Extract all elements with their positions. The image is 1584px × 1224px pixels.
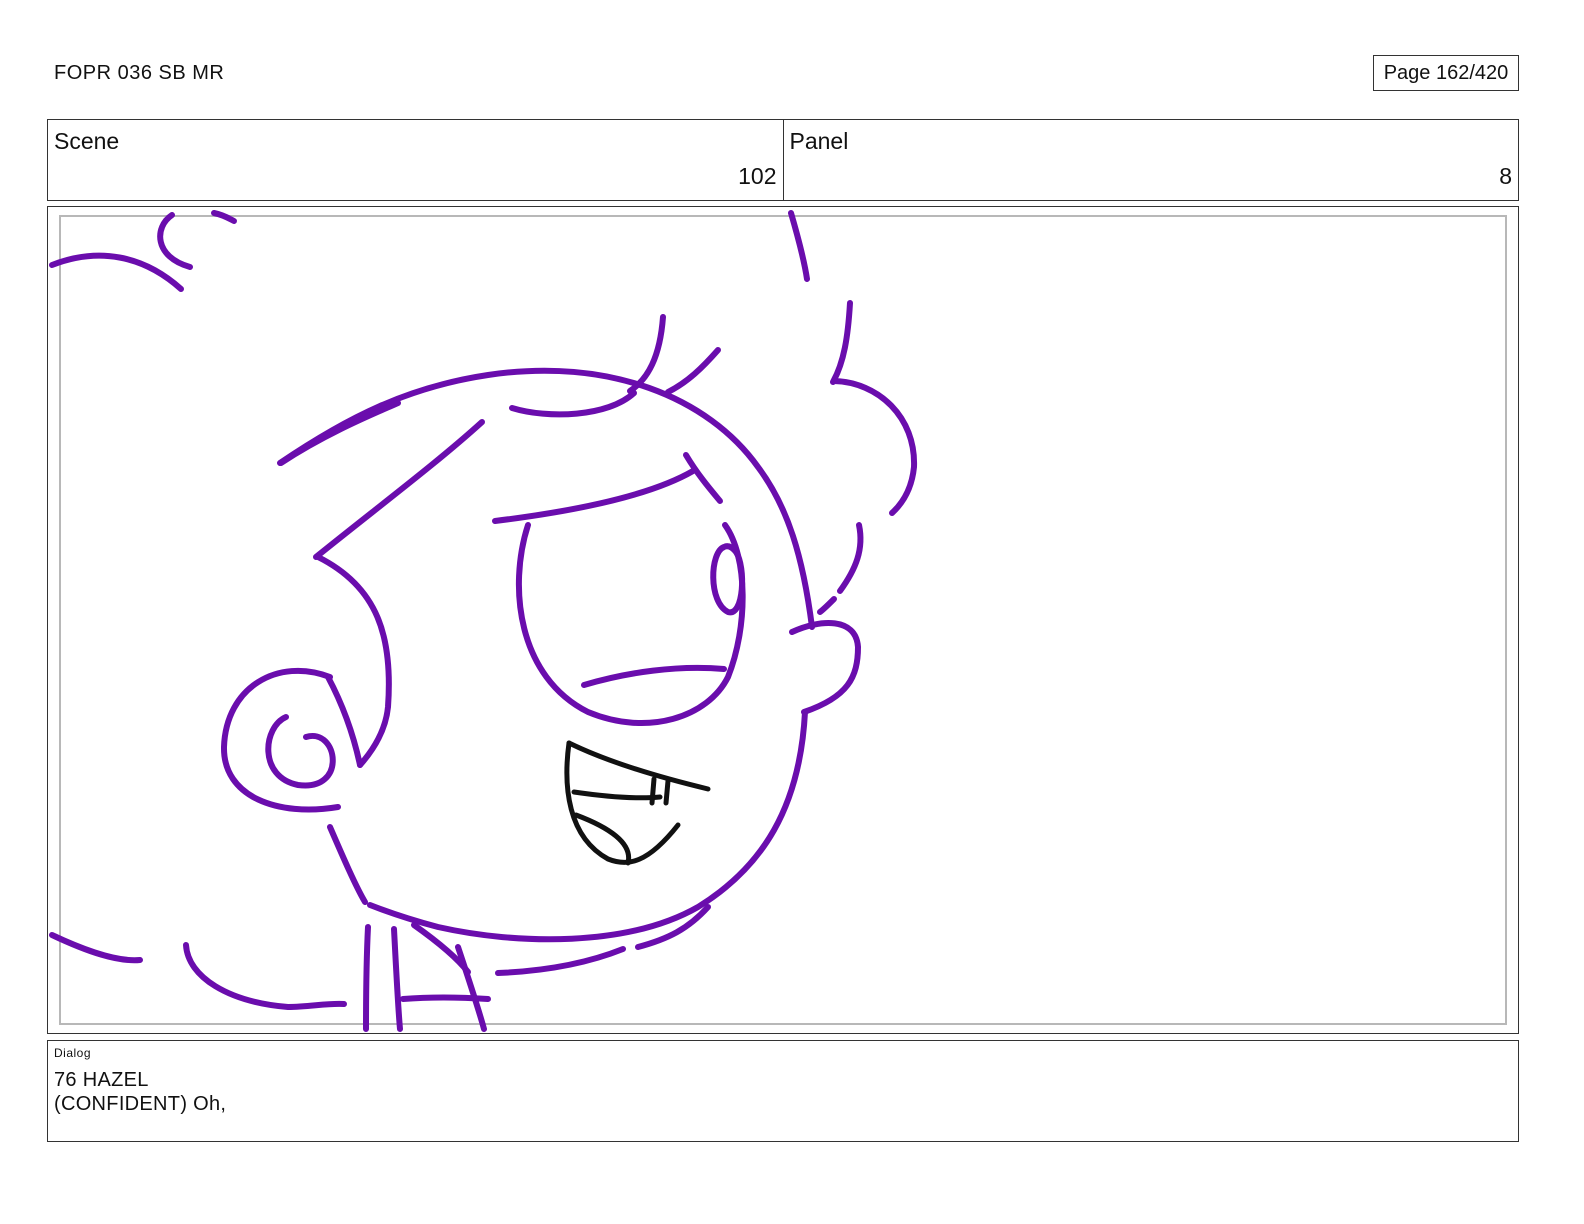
dialog-line: (CONFIDENT) Oh, bbox=[54, 1093, 227, 1115]
panel-number: 8 bbox=[1499, 163, 1512, 189]
scene-label: Scene bbox=[54, 128, 120, 154]
panel-label: Panel bbox=[789, 128, 849, 154]
dialog-line: 76 HAZEL bbox=[54, 1069, 149, 1091]
scene-number: 102 bbox=[738, 163, 777, 189]
character-sketch bbox=[49, 210, 918, 1032]
storyboard-panel bbox=[47, 206, 1519, 1034]
document-title: FOPR 036 SB MR bbox=[54, 62, 225, 84]
scene-cell: Scene 102 bbox=[48, 120, 783, 200]
dialog-box: Dialog 76 HAZEL (CONFIDENT) Oh, bbox=[47, 1040, 1519, 1142]
scene-panel-info-row: Scene 102 Panel 8 bbox=[47, 119, 1519, 201]
panel-cell: Panel 8 bbox=[782, 120, 1519, 200]
dialog-label: Dialog bbox=[54, 1046, 92, 1060]
page-number-box: Page 162/420 bbox=[1373, 55, 1519, 91]
